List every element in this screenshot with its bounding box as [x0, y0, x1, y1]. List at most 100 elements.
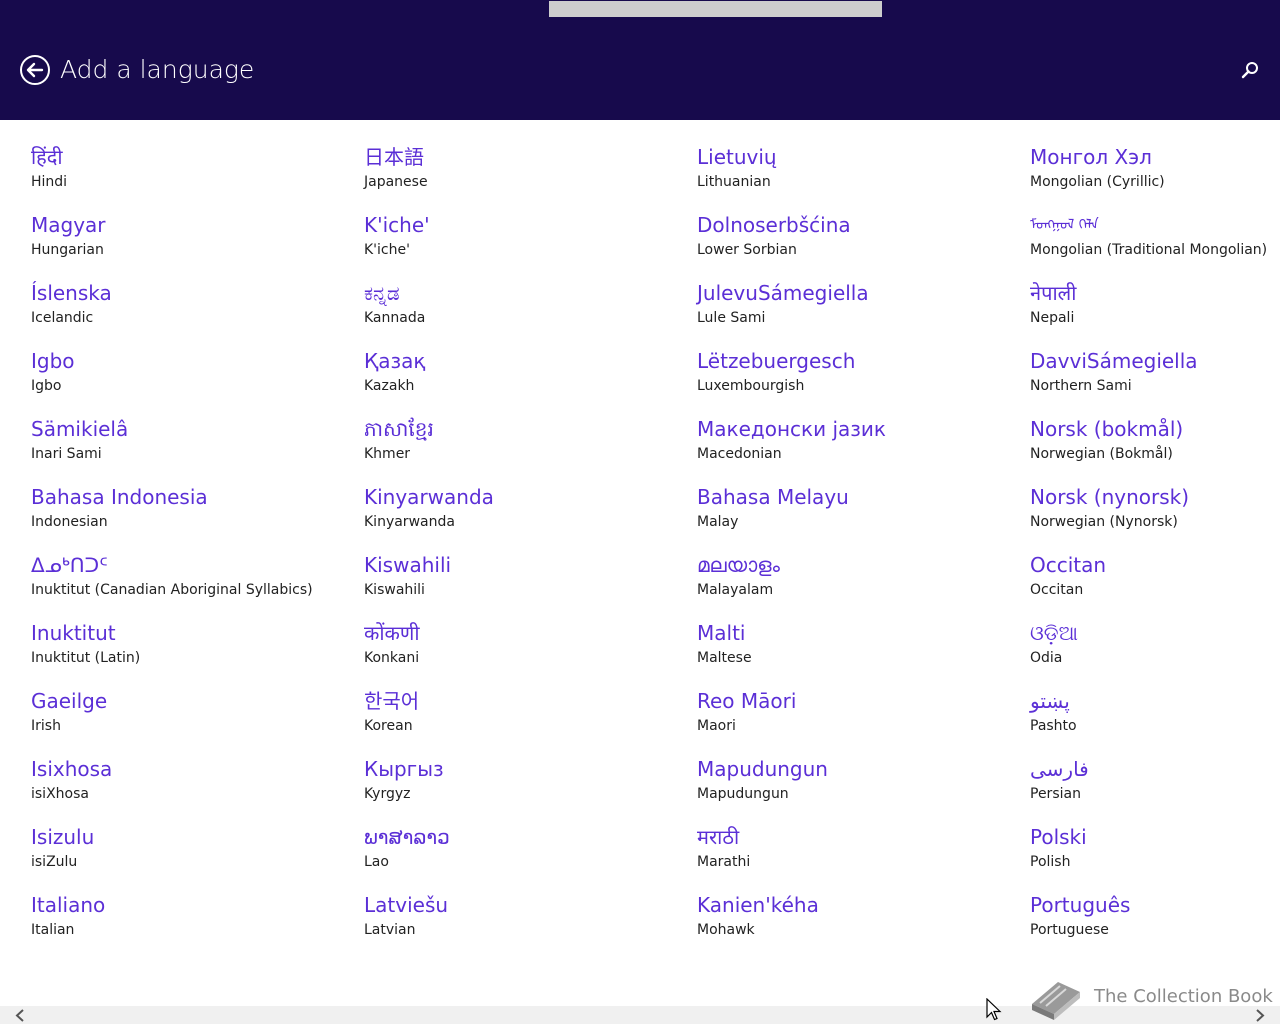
- language-item[interactable]: فارسى Persian: [1030, 750, 1278, 812]
- watermark-text: The Collection Book: [1094, 986, 1273, 1007]
- native-name: Kinyarwanda: [364, 485, 494, 509]
- language-item[interactable]: Kanien'kéha Mohawk: [697, 886, 1017, 948]
- language-item[interactable]: Қазақ Kazakh: [364, 342, 684, 404]
- language-item[interactable]: پښتو Pashto: [1030, 682, 1278, 744]
- english-name: Igbo: [31, 378, 62, 394]
- language-item[interactable]: नेपाली Nepali: [1030, 274, 1278, 336]
- language-item[interactable]: Norsk (nynorsk) Norwegian (Nynorsk): [1030, 478, 1278, 540]
- language-item[interactable]: ଓଡ଼ିଆ Odia: [1030, 614, 1278, 676]
- native-name: कोंकणी: [364, 621, 420, 645]
- language-item[interactable]: मराठी Marathi: [697, 818, 1017, 880]
- english-name: Luxembourgish: [697, 378, 805, 394]
- english-name: Lower Sorbian: [697, 242, 797, 258]
- native-name: پښتو: [1030, 689, 1070, 713]
- english-name: isiZulu: [31, 854, 78, 870]
- watermark: The Collection Book: [1028, 972, 1278, 1024]
- book-icon: [1032, 982, 1080, 1020]
- language-item[interactable]: Magyar Hungarian: [31, 206, 351, 268]
- language-item[interactable]: DavviSámegiella Northern Sami: [1030, 342, 1278, 404]
- app-header: Add a language: [0, 0, 1280, 120]
- native-name: DavviSámegiella: [1030, 349, 1198, 373]
- language-item[interactable]: Gaeilge Irish: [31, 682, 351, 744]
- language-item[interactable]: Íslenska Icelandic: [31, 274, 351, 336]
- language-item[interactable]: Malti Maltese: [697, 614, 1017, 676]
- page-title: Add a language: [60, 55, 255, 84]
- language-item[interactable]: Dolnoserbšćina Lower Sorbian: [697, 206, 1017, 268]
- native-name: Lietuvių: [697, 145, 777, 169]
- language-item[interactable]: ಕನ್ನಡ Kannada: [364, 274, 684, 336]
- language-item[interactable]: Italiano Italian: [31, 886, 351, 948]
- language-item[interactable]: Isizulu isiZulu: [31, 818, 351, 880]
- english-name: Mongolian (Traditional Mongolian): [1030, 242, 1268, 258]
- native-name: मराठी: [697, 825, 740, 849]
- native-name: Bahasa Indonesia: [31, 485, 208, 509]
- back-button[interactable]: [19, 54, 51, 86]
- native-name: नेपाली: [1030, 281, 1077, 305]
- english-name: Lao: [364, 854, 389, 870]
- language-item[interactable]: Македонски јазик Macedonian: [697, 410, 1017, 472]
- english-name: Kazakh: [364, 378, 415, 394]
- english-name: Macedonian: [697, 446, 782, 462]
- language-item[interactable]: Kinyarwanda Kinyarwanda: [364, 478, 684, 540]
- language-item[interactable]: Norsk (bokmål) Norwegian (Bokmål): [1030, 410, 1278, 472]
- language-grid: हिंदी Hindi Magyar Hungarian Íslenska Icela…: [0, 138, 1280, 968]
- english-name: Inari Sami: [31, 446, 102, 462]
- language-item[interactable]: Sämikielâ Inari Sami: [31, 410, 351, 472]
- language-item[interactable]: Mapudungun Mapudungun: [697, 750, 1017, 812]
- english-name: Icelandic: [31, 310, 94, 326]
- language-item[interactable]: 한국어 Korean: [364, 682, 684, 744]
- language-item[interactable]: Isixhosa isiXhosa: [31, 750, 351, 812]
- native-name: Bahasa Melayu: [697, 485, 849, 509]
- english-name: Odia: [1030, 650, 1063, 666]
- language-item[interactable]: Igbo Igbo: [31, 342, 351, 404]
- scrollbar-thumb[interactable]: [549, 1, 882, 17]
- language-item[interactable]: Lëtzebuergesch Luxembourgish: [697, 342, 1017, 404]
- native-name: Isizulu: [31, 825, 95, 849]
- english-name: Nepali: [1030, 310, 1075, 326]
- language-item[interactable]: Inuktitut Inuktitut (Latin): [31, 614, 351, 676]
- language-item[interactable]: Polski Polish: [1030, 818, 1278, 880]
- language-item[interactable]: Bahasa Melayu Malay: [697, 478, 1017, 540]
- native-name: Latviešu: [364, 893, 449, 917]
- english-name: Lithuanian: [697, 174, 771, 190]
- native-name: Mapudungun: [697, 757, 828, 781]
- english-name: Mapudungun: [697, 786, 789, 802]
- language-item[interactable]: JulevuSámegiella Lule Sami: [697, 274, 1017, 336]
- language-item[interactable]: 日本語 Japanese: [364, 138, 684, 200]
- language-item[interactable]: Lietuvių Lithuanian: [697, 138, 1017, 200]
- language-item[interactable]: ᐃᓄᒃᑎᑐᑦ Inuktitut (Canadian Aboriginal Syl…: [31, 546, 351, 608]
- english-name: Inuktitut (Canadian Aboriginal Syllabics…: [31, 582, 313, 598]
- language-item[interactable]: ភាសាខ្មែរ Khmer: [364, 410, 684, 472]
- english-name: Konkani: [364, 650, 420, 666]
- language-item[interactable]: Kiswahili Kiswahili: [364, 546, 684, 608]
- language-item[interactable]: Кыргыз Kyrgyz: [364, 750, 684, 812]
- language-item[interactable]: മലയാളം Malayalam: [697, 546, 1017, 608]
- language-item[interactable]: Reo Māori Maori: [697, 682, 1017, 744]
- english-name: Pashto: [1030, 718, 1077, 734]
- native-name: فارسى: [1030, 757, 1089, 781]
- language-item[interactable]: Bahasa Indonesia Indonesian: [31, 478, 351, 540]
- english-name: Lule Sami: [697, 310, 766, 326]
- native-name: Italiano: [31, 893, 106, 917]
- native-name: Inuktitut: [31, 621, 116, 645]
- language-item[interactable]: ພາສາລາວ Lao: [364, 818, 684, 880]
- english-name: Maori: [697, 718, 736, 734]
- english-name: Korean: [364, 718, 413, 734]
- language-item[interactable]: Latviešu Latvian: [364, 886, 684, 948]
- language-item[interactable]: हिंदी Hindi: [31, 138, 351, 200]
- language-item[interactable]: ᠮᠣᠩᠭᠣᠯ ᠬᠡᠯᠡ Mongolian (Traditional Mongol…: [1030, 206, 1278, 268]
- search-button[interactable]: [1238, 58, 1262, 82]
- language-item[interactable]: Português Portuguese: [1030, 886, 1278, 948]
- english-name: Irish: [31, 718, 61, 734]
- scroll-left-button[interactable]: [8, 1006, 32, 1024]
- native-name: Sämikielâ: [31, 417, 129, 441]
- language-item[interactable]: कोंकणी Konkani: [364, 614, 684, 676]
- language-item[interactable]: Монгол Хэл Mongolian (Cyrillic): [1030, 138, 1278, 200]
- native-name: K'iche': [364, 213, 430, 237]
- english-name: Polish: [1030, 854, 1071, 870]
- language-item[interactable]: K'iche' K'iche': [364, 206, 684, 268]
- english-name: Kiswahili: [364, 582, 425, 598]
- language-item[interactable]: Occitan Occitan: [1030, 546, 1278, 608]
- search-icon: [1241, 62, 1258, 79]
- native-name: Қазақ: [364, 349, 426, 373]
